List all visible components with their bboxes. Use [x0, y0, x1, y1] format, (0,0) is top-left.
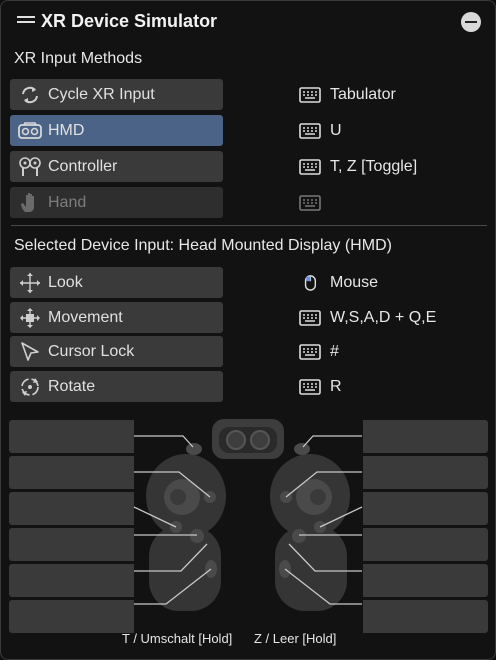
shortcut-text: Tabulator — [330, 86, 396, 103]
shortcut-text: R — [330, 378, 342, 395]
mouse-icon — [304, 275, 317, 291]
left-controller-diagram — [146, 443, 226, 611]
keyboard-icon — [299, 159, 321, 175]
section-divider — [11, 225, 487, 226]
movement-icon — [18, 307, 42, 329]
input-methods-heading: XR Input Methods — [14, 50, 143, 67]
title-bar[interactable]: XR Device Simulator — [1, 1, 495, 39]
left-controller-hint: T / Umschalt [Hold] — [122, 631, 233, 646]
hmd-icon — [18, 120, 42, 142]
movement-shortcut: W,S,A,D + Q,E — [299, 306, 436, 330]
hand-icon — [18, 192, 42, 214]
hand-shortcut — [299, 191, 330, 215]
cursor-lock-label: Cursor Lock — [48, 342, 135, 360]
look-icon — [18, 272, 42, 294]
drag-handle-icon[interactable] — [17, 16, 35, 25]
controller-shortcut: T, Z [Toggle] — [299, 155, 417, 179]
cursor-lock-button[interactable]: Cursor Lock — [10, 336, 223, 367]
shortcut-text: # — [330, 343, 339, 360]
movement-label: Movement — [48, 308, 123, 326]
hand-label: Hand — [48, 193, 87, 211]
device-input-heading: Selected Device Input: Head Mounted Disp… — [14, 237, 392, 254]
cursor-lock-shortcut: # — [299, 340, 339, 364]
shortcut-text: T, Z [Toggle] — [330, 158, 418, 175]
cycle-xr-input-button[interactable]: Cycle XR Input — [10, 79, 223, 110]
right-controller-diagram — [270, 443, 350, 611]
keyboard-icon — [299, 123, 321, 139]
look-button[interactable]: Look — [10, 267, 223, 298]
xr-device-simulator-panel: XR Device Simulator XR Input Methods Cyc… — [0, 0, 496, 660]
right-controller-hint: Z / Leer [Hold] — [254, 631, 337, 646]
hmd-button[interactable]: HMD — [10, 115, 223, 146]
cycle-icon — [18, 84, 42, 106]
window-title: XR Device Simulator — [41, 11, 218, 31]
look-label: Look — [48, 273, 83, 291]
keyboard-icon — [299, 344, 321, 360]
rotate-shortcut: R — [299, 375, 342, 399]
collapse-button[interactable] — [461, 12, 481, 32]
rotate-button[interactable]: Rotate — [10, 371, 223, 402]
hand-button[interactable]: Hand — [10, 187, 223, 218]
keyboard-icon — [299, 310, 321, 326]
movement-button[interactable]: Movement — [10, 302, 223, 333]
cycle-xr-input-shortcut: Tabulator — [299, 83, 396, 107]
controller-label: Controller — [48, 157, 118, 175]
rotate-label: Rotate — [48, 377, 96, 395]
cycle-xr-input-label: Cycle XR Input — [48, 85, 155, 103]
shortcut-text: W,S,A,D + Q,E — [330, 309, 437, 326]
keyboard-icon — [299, 379, 321, 395]
keyboard-icon — [299, 87, 321, 103]
look-shortcut: Mouse — [299, 271, 378, 295]
hmd-label: HMD — [48, 121, 85, 139]
cursor-lock-icon — [18, 341, 42, 363]
hmd-diagram — [212, 419, 284, 459]
hmd-shortcut: U — [299, 119, 342, 143]
shortcut-text: U — [330, 122, 342, 139]
controller-button[interactable]: Controller — [10, 151, 223, 182]
rotate-icon — [18, 376, 42, 398]
controller-icon — [18, 156, 42, 178]
shortcut-text: Mouse — [330, 274, 379, 291]
controller-diagram — [133, 419, 363, 611]
keyboard-icon — [299, 195, 321, 211]
